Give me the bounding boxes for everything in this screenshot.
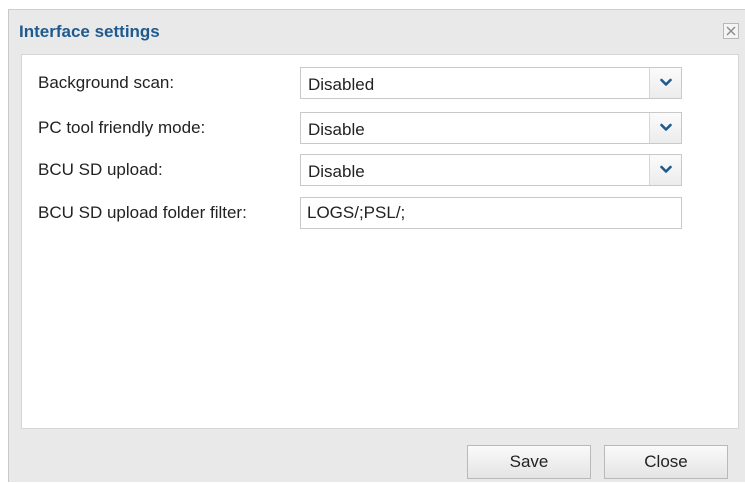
background-scan-label: Background scan:	[38, 73, 175, 92]
save-button[interactable]: Save	[467, 445, 591, 479]
pc-tool-friendly-mode-label: PC tool friendly mode:	[38, 118, 206, 137]
background-scan-dropdown-button[interactable]	[649, 68, 681, 98]
chevron-down-icon	[660, 123, 672, 131]
interface-settings-dialog: Interface settings Background scan: Disa…	[8, 9, 745, 482]
dialog-body: Background scan: Disabled PC tool friend…	[21, 54, 739, 429]
dialog-titlebar[interactable]: Interface settings	[9, 10, 745, 54]
pc-tool-friendly-mode-dropdown-button[interactable]	[649, 113, 681, 143]
close-icon[interactable]	[723, 23, 739, 39]
bcu-sd-upload-row: BCU SD upload: Disable	[22, 153, 738, 189]
dialog-footer: Save Close	[9, 429, 745, 483]
chevron-down-icon	[660, 165, 672, 173]
background-scan-value: Disabled	[308, 75, 375, 94]
close-button[interactable]: Close	[604, 445, 728, 479]
bcu-sd-upload-dropdown-button[interactable]	[649, 155, 681, 185]
pc-tool-friendly-mode-row: PC tool friendly mode: Disable	[22, 111, 738, 147]
bcu-sd-upload-value: Disable	[308, 162, 365, 181]
bcu-sd-upload-folder-filter-input[interactable]	[300, 197, 682, 229]
chevron-down-icon	[660, 78, 672, 86]
dialog-title: Interface settings	[19, 22, 160, 41]
bcu-sd-upload-folder-filter-row: BCU SD upload folder filter:	[22, 196, 738, 232]
pc-tool-friendly-mode-value: Disable	[308, 120, 365, 139]
background-scan-select[interactable]: Disabled	[300, 67, 682, 99]
bcu-sd-upload-folder-filter-label: BCU SD upload folder filter:	[38, 203, 247, 222]
background-scan-row: Background scan: Disabled	[22, 66, 738, 102]
bcu-sd-upload-label: BCU SD upload:	[38, 160, 163, 179]
bcu-sd-upload-select[interactable]: Disable	[300, 154, 682, 186]
pc-tool-friendly-mode-select[interactable]: Disable	[300, 112, 682, 144]
